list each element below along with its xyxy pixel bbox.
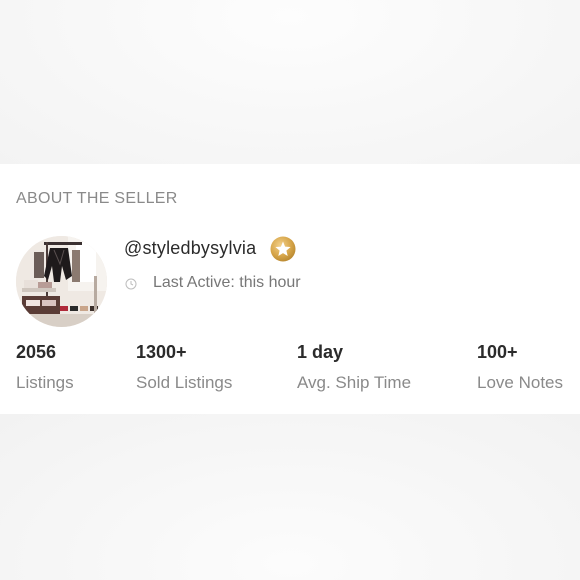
stat-sold-listings[interactable]: 1300+ Sold Listings bbox=[136, 342, 232, 393]
stat-label: Avg. Ship Time bbox=[297, 373, 412, 392]
stat-label: Love Notes bbox=[477, 373, 563, 392]
stat-value: 1 day bbox=[297, 342, 344, 362]
stat-value: 1300+ bbox=[136, 342, 187, 362]
stat-value: 2056 bbox=[16, 342, 57, 362]
seller-username[interactable]: @styledbysylvia bbox=[124, 238, 256, 259]
stat-avg-ship-time: 1 day Avg. Ship Time bbox=[297, 342, 411, 393]
star-badge-icon bbox=[270, 236, 296, 262]
clock-icon bbox=[125, 278, 137, 290]
background-bottom bbox=[0, 414, 580, 580]
stat-value: 100+ bbox=[477, 342, 518, 362]
avatar-closet-image bbox=[16, 236, 107, 327]
stat-listings[interactable]: 2056 Listings bbox=[16, 342, 74, 393]
seller-avatar[interactable] bbox=[16, 236, 107, 327]
last-active-text: Last Active: this hour bbox=[153, 274, 301, 291]
stat-love-notes[interactable]: 100+ Love Notes bbox=[477, 342, 563, 393]
stat-label: Listings bbox=[16, 373, 74, 392]
background-top bbox=[0, 0, 580, 164]
page: ABOUT THE SELLER @styledbysylvia Last Ac… bbox=[0, 0, 580, 580]
stat-label: Sold Listings bbox=[136, 373, 233, 392]
about-seller-card: ABOUT THE SELLER @styledbysylvia Last Ac… bbox=[0, 164, 580, 414]
section-title: ABOUT THE SELLER bbox=[16, 190, 178, 207]
